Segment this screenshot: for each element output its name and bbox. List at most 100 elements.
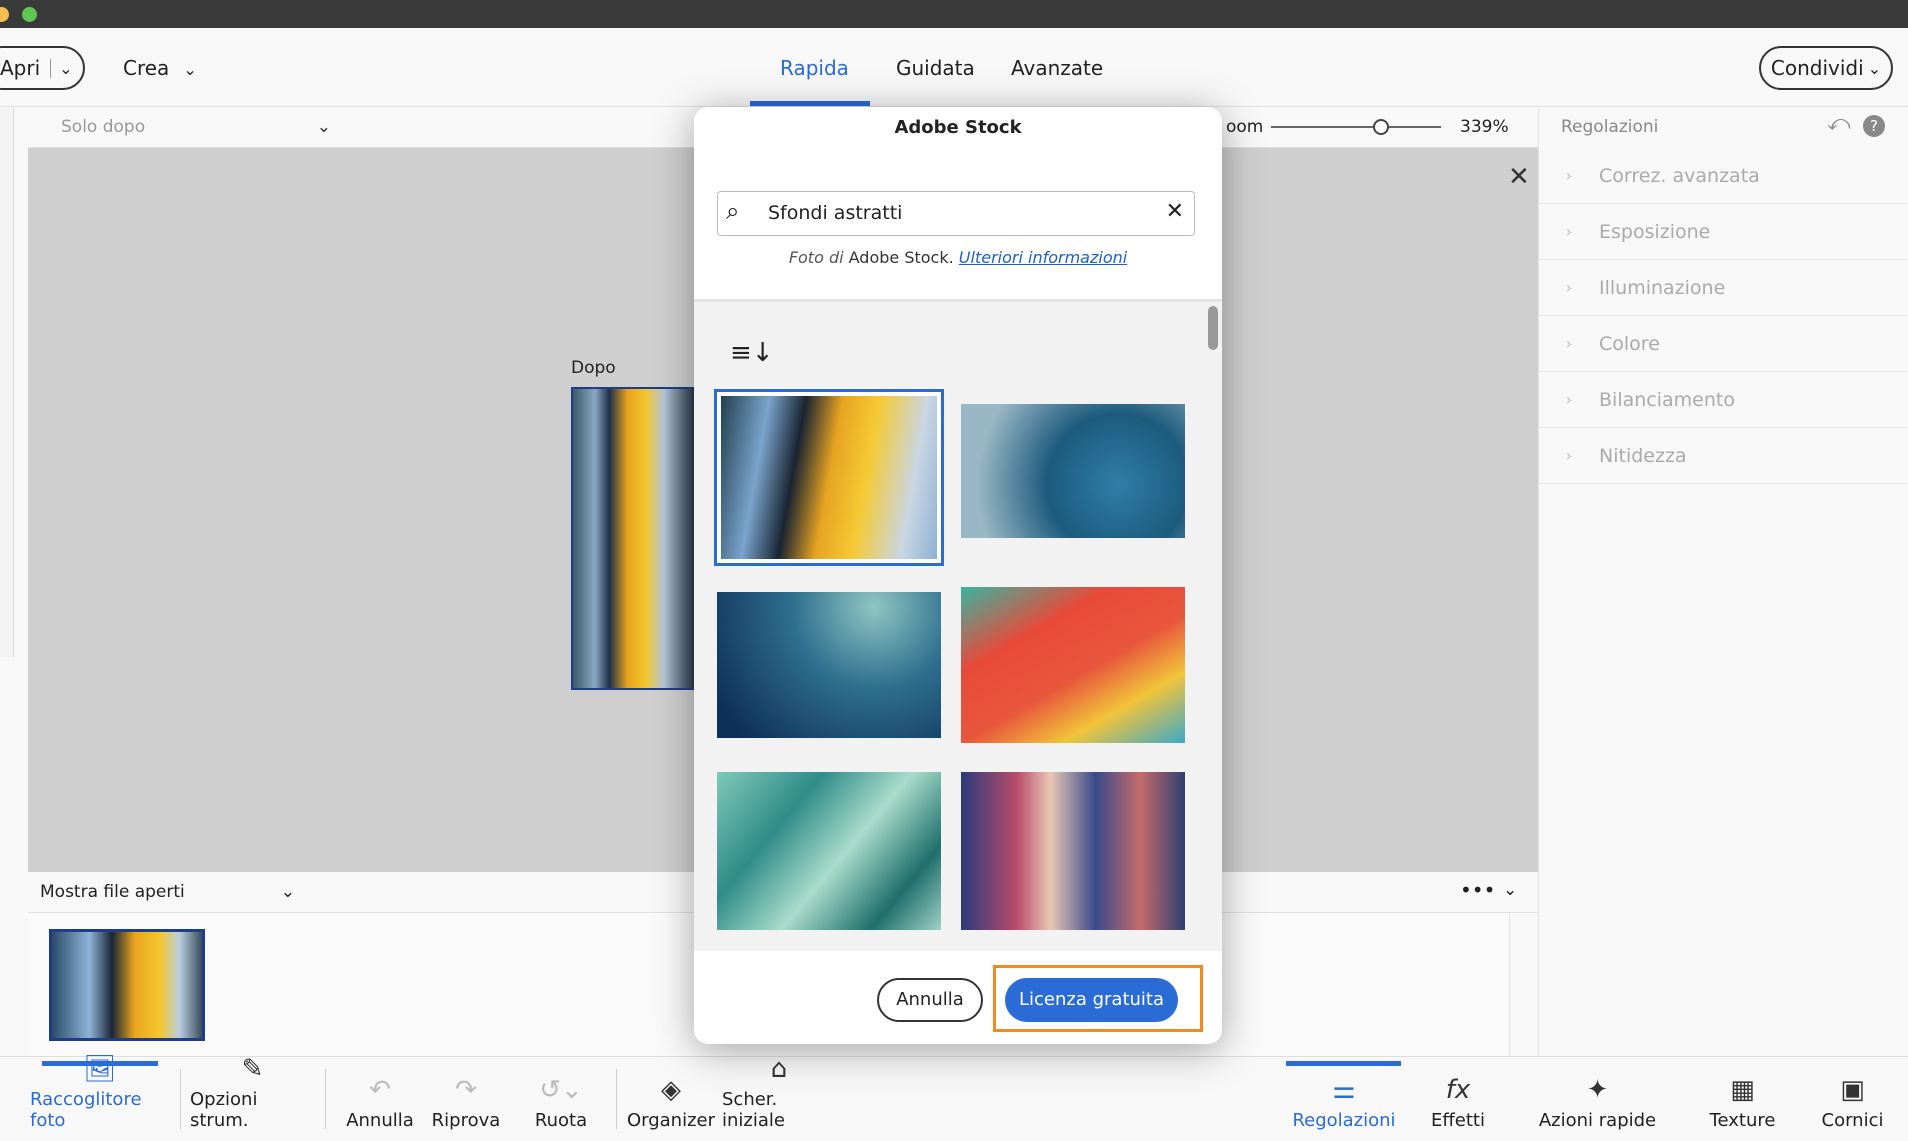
button-label: Scher. iniziale [722, 1089, 785, 1131]
frames-button[interactable]: ▣ Cornici [1810, 1057, 1895, 1141]
close-icon[interactable]: ✕ [1508, 162, 1530, 192]
stock-image-4[interactable] [961, 587, 1185, 743]
adjustments-panel: Regolazioni ⤺ ? › Correz. avanzata › Espos… [1538, 107, 1908, 1056]
view-value: Solo dopo [61, 117, 146, 137]
learn-more-link[interactable]: Ulteriori informazioni [959, 248, 1127, 267]
chevron-down-icon: ⌄ [280, 882, 295, 902]
chevron-right-icon: › [1565, 334, 1573, 353]
tool-options-button[interactable]: ✎ Opzioni strum. [190, 1054, 315, 1141]
home-icon: ⌂ [770, 1054, 788, 1084]
button-label: Texture [1709, 1110, 1776, 1131]
chevron-down-icon: ⌄ [316, 117, 331, 137]
button-label: Effetti [1431, 1110, 1485, 1131]
search-input[interactable]: ⌕ Sfondi astratti ✕ [717, 191, 1195, 236]
after-image [571, 387, 696, 690]
share-button[interactable]: Condividi ⌄ [1759, 46, 1893, 90]
adjust-item-lighting[interactable]: › Illuminazione [1539, 260, 1908, 316]
sliders-icon: ⚌ [1332, 1075, 1356, 1105]
create-label: Crea [123, 56, 170, 80]
adjustments-button[interactable]: ⚌ Regolazioni [1284, 1057, 1404, 1141]
create-menu[interactable]: Crea ⌄ [123, 56, 197, 80]
organizer-icon: ◈ [661, 1075, 681, 1105]
reset-icon[interactable]: ⤺ [1827, 111, 1851, 136]
credit-prefix: Foto di [788, 248, 849, 267]
item-label: Nitidezza [1599, 444, 1687, 467]
rotate-button[interactable]: ↺⌄ Ruota [521, 1057, 601, 1141]
scrollbar[interactable] [1208, 306, 1218, 350]
undo-button[interactable]: ↶ Annulla [340, 1057, 420, 1141]
redo-button[interactable]: ↷ Riprova [426, 1057, 506, 1141]
fx-icon: fx [1445, 1075, 1471, 1105]
stock-image-1[interactable] [714, 389, 944, 566]
help-icon[interactable]: ? [1863, 115, 1885, 137]
adjust-item-color[interactable]: › Colore [1539, 316, 1908, 372]
show-files-label: Mostra file aperti [40, 882, 185, 902]
more-icon[interactable]: ••• [1460, 878, 1495, 902]
free-license-button[interactable]: Licenza gratuita [1005, 978, 1178, 1022]
textures-button[interactable]: ▦ Texture [1700, 1057, 1785, 1141]
adjust-item-sharpness[interactable]: › Nitidezza [1539, 428, 1908, 484]
stock-image-3[interactable] [717, 592, 941, 738]
photo-icon: 🖼 [83, 1054, 117, 1084]
tab-avanzate[interactable]: Avanzate [1011, 56, 1103, 80]
divider [616, 1069, 617, 1129]
divider [180, 1069, 181, 1129]
tab-rapida[interactable]: Rapida [780, 56, 849, 80]
adobe-stock-dialog: Adobe Stock ⌕ Sfondi astratti ✕ Foto di … [694, 107, 1222, 1044]
open-label: Apri [0, 56, 41, 80]
item-label: Bilanciamento [1599, 388, 1735, 411]
chevron-down-icon: ⌄ [183, 60, 197, 79]
item-label: Colore [1599, 332, 1660, 355]
button-label: Raccoglitore foto [30, 1089, 142, 1131]
stock-image-5[interactable] [717, 772, 941, 930]
bottom-toolbar: 🖼 Raccoglitore foto ✎ Opzioni strum. ↶ Annu… [0, 1054, 1908, 1141]
stock-image-6[interactable] [961, 772, 1185, 930]
item-label: Esposizione [1599, 220, 1711, 243]
tools-rail [0, 107, 14, 657]
quick-actions-button[interactable]: ✦ Azioni rapide [1535, 1057, 1660, 1141]
search-icon: ⌕ [726, 197, 740, 225]
view-select[interactable]: Solo dopo ⌄ [61, 117, 331, 137]
panel-title: Regolazioni [1561, 117, 1659, 137]
button-label: Cornici [1821, 1110, 1884, 1131]
minimize-window-button[interactable] [0, 7, 9, 22]
tab-guidata[interactable]: Guidata [896, 56, 975, 80]
photo-bin-button[interactable]: 🖼 Raccoglitore foto [30, 1054, 170, 1141]
button-label: Annulla [346, 1110, 414, 1131]
open-file-thumbnail[interactable] [49, 929, 205, 1041]
chevron-down-icon[interactable]: ⌄ [1503, 880, 1517, 900]
home-screen-button[interactable]: ⌂ Scher. iniziale [722, 1054, 836, 1141]
frame-icon: ▣ [1840, 1075, 1865, 1105]
after-label: Dopo [571, 358, 616, 378]
zoom-window-button[interactable] [22, 7, 37, 22]
clear-icon[interactable]: ✕ [1166, 199, 1184, 224]
item-label: Correz. avanzata [1599, 164, 1760, 187]
header: Apri ⌄ Crea ⌄ Rapida Guidata Avanzate Con… [0, 28, 1908, 107]
title-bar [0, 0, 1908, 28]
effects-button[interactable]: fx Effetti [1418, 1057, 1498, 1141]
search-value: Sfondi astratti [768, 202, 903, 224]
zoom-slider[interactable] [1271, 126, 1441, 128]
share-label: Condividi [1770, 56, 1864, 80]
credit-brand: Adobe Stock. [848, 248, 954, 267]
show-files-select[interactable]: Mostra file aperti ⌄ [40, 882, 295, 902]
sparkle-icon: ✦ [1586, 1075, 1609, 1105]
undo-icon: ↶ [369, 1075, 391, 1105]
sort-icon[interactable]: ≡↓ [730, 338, 774, 368]
adjust-item-balance[interactable]: › Bilanciamento [1539, 372, 1908, 428]
stock-results-grid: ≡↓ [694, 299, 1222, 951]
adjust-item-exposure[interactable]: › Esposizione [1539, 204, 1908, 260]
button-label: Ruota [534, 1110, 588, 1131]
organizer-button[interactable]: ◈ Organizer [624, 1057, 718, 1141]
rotate-icon: ↺⌄ [539, 1075, 583, 1105]
cancel-button[interactable]: Annulla [877, 978, 983, 1022]
chevron-right-icon: › [1565, 390, 1573, 409]
chevron-right-icon: › [1565, 222, 1573, 241]
zoom-slider-handle[interactable] [1373, 119, 1389, 135]
open-button[interactable]: Apri ⌄ [0, 46, 85, 90]
chevron-down-icon[interactable]: ⌄ [50, 58, 73, 78]
stock-image-2[interactable] [961, 404, 1185, 538]
adjust-item-advanced[interactable]: › Correz. avanzata [1539, 148, 1908, 204]
tool-options-icon: ✎ [241, 1054, 264, 1084]
button-label: Riprova [431, 1110, 501, 1131]
